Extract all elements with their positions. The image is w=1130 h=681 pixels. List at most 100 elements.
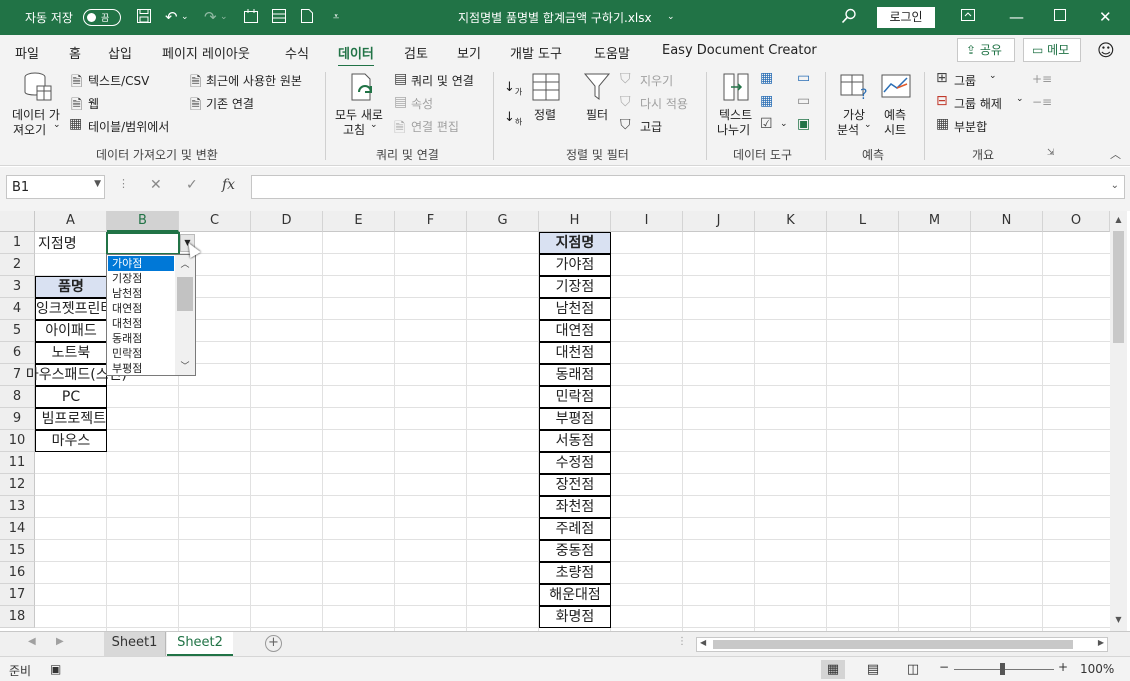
normal-view-icon[interactable]: ▦	[821, 660, 845, 679]
clear-button[interactable]: 지우기	[640, 72, 673, 89]
tab-page-layout[interactable]: 페이지 레이아웃	[162, 43, 250, 62]
minimize-icon[interactable]: —	[1009, 8, 1024, 26]
tab-file[interactable]: 파일	[15, 43, 39, 62]
validation-dropdown-list[interactable]: 가야점 기장점 남천점 대연점 대천점 동래점 민락점 부평점 ︿ ﹀	[106, 254, 196, 376]
enter-icon[interactable]: ✓	[186, 177, 198, 193]
column-header-o[interactable]: O	[1043, 211, 1110, 232]
maximize-icon[interactable]	[1053, 8, 1067, 26]
branch-cell[interactable]: 해운대점	[539, 584, 611, 606]
row-header-3[interactable]: 3	[0, 276, 35, 298]
group-button[interactable]: 그룹	[954, 72, 976, 89]
column-header-l[interactable]: L	[827, 211, 899, 232]
what-if-icon[interactable]: ?	[840, 74, 870, 104]
web-button[interactable]: 웹	[88, 95, 99, 112]
sheet-tab-sheet2[interactable]: Sheet2	[167, 632, 233, 656]
refresh-dropdown-icon[interactable]: ⌄	[370, 120, 378, 130]
row-header-1[interactable]: 1	[0, 232, 35, 254]
text-to-columns-icon[interactable]	[722, 72, 750, 106]
scroll-left-icon[interactable]: ◀	[700, 638, 706, 647]
name-box[interactable]: B1 ▼	[6, 175, 105, 199]
redo-icon[interactable]: ↷	[204, 8, 217, 26]
more-options-icon[interactable]: ⋮	[118, 177, 129, 190]
hide-detail-icon[interactable]: −≡	[1032, 95, 1052, 109]
get-data-dropdown-icon[interactable]: ⌄	[53, 120, 61, 130]
scroll-down-icon[interactable]: ﹀	[175, 359, 195, 373]
flash-fill-icon[interactable]: ▦	[760, 70, 773, 86]
scroll-down-icon[interactable]: ▼	[1110, 615, 1127, 624]
item-cell[interactable]: 잉크젯프린터	[35, 298, 107, 320]
tab-review[interactable]: 검토	[404, 43, 428, 62]
column-header-h[interactable]: H	[539, 211, 611, 232]
text-csv-button[interactable]: 텍스트/CSV	[88, 72, 149, 89]
tab-insert[interactable]: 삽입	[108, 43, 132, 62]
column-header-d[interactable]: D	[251, 211, 323, 232]
filter-button[interactable]: 필터	[586, 106, 608, 123]
branch-cell[interactable]: 부평점	[539, 408, 611, 430]
dropdown-option[interactable]: 기장점	[108, 271, 174, 286]
get-data-line2[interactable]: 져오기	[13, 121, 46, 138]
item-cell[interactable]: PC	[35, 386, 107, 408]
tab-split-handle-icon[interactable]: ⋮	[677, 636, 687, 647]
column-header-e[interactable]: E	[323, 211, 395, 232]
tab-easy-document-creator[interactable]: Easy Document Creator	[662, 43, 817, 58]
tab-view[interactable]: 보기	[457, 43, 481, 62]
branch-cell[interactable]: 주례점	[539, 518, 611, 540]
horizontal-scrollbar[interactable]: ◀ ▶	[696, 637, 1108, 652]
branch-cell[interactable]: 화명점	[539, 606, 611, 628]
macro-record-icon[interactable]: ▣	[50, 662, 61, 676]
dropdown-option[interactable]: 동래점	[108, 331, 174, 346]
ungroup-dropdown-icon[interactable]: ⌄	[1016, 94, 1024, 104]
dropdown-scroll-thumb[interactable]	[177, 277, 193, 311]
group-dropdown-icon[interactable]: ⌄	[989, 71, 997, 81]
page-layout-view-icon[interactable]: ▤	[861, 660, 885, 679]
insert-function-icon[interactable]: fx	[222, 177, 235, 193]
branch-table-header[interactable]: 지점명	[539, 232, 611, 254]
column-header-f[interactable]: F	[395, 211, 467, 232]
validation-dropdown-icon[interactable]: ⌄	[780, 119, 788, 129]
row-header-18[interactable]: 18	[0, 606, 35, 628]
scroll-right-icon[interactable]: ▶	[1098, 638, 1104, 647]
text-to-columns-line2[interactable]: 나누기	[717, 121, 750, 138]
relationships-icon[interactable]: ▭	[797, 93, 810, 109]
item-cell[interactable]: 마우스	[35, 430, 107, 452]
branch-cell[interactable]: 대천점	[539, 342, 611, 364]
row-header-6[interactable]: 6	[0, 342, 35, 364]
horizontal-scroll-thumb[interactable]	[713, 640, 1073, 649]
existing-connections-button[interactable]: 기존 연결	[206, 95, 254, 112]
data-model-icon[interactable]: ▣	[797, 116, 810, 132]
forecast-sheet-icon[interactable]	[881, 74, 911, 104]
row-header-10[interactable]: 10	[0, 430, 35, 452]
row-header-4[interactable]: 4	[0, 298, 35, 320]
zoom-slider-knob[interactable]	[1000, 663, 1005, 675]
branch-cell[interactable]: 민락점	[539, 386, 611, 408]
collapse-ribbon-icon[interactable]: ︿	[1110, 146, 1121, 162]
branch-cell[interactable]: 대연점	[539, 320, 611, 342]
selected-cell-b1[interactable]	[106, 232, 180, 255]
add-sheet-icon[interactable]: +	[265, 635, 282, 652]
row-header-13[interactable]: 13	[0, 496, 35, 518]
item-cell[interactable]: 아이패드	[35, 320, 107, 342]
row-header-15[interactable]: 15	[0, 540, 35, 562]
search-icon[interactable]	[841, 8, 857, 28]
reapply-button[interactable]: 다시 적용	[640, 95, 688, 112]
item-cell[interactable]: 빔프로젝트	[35, 408, 107, 430]
column-header-g[interactable]: G	[467, 211, 539, 232]
autosave-toggle[interactable]: 끔	[83, 9, 121, 26]
undo-icon[interactable]: ↶	[165, 8, 178, 26]
show-detail-icon[interactable]: +≡	[1032, 72, 1052, 86]
undo-dropdown-icon[interactable]: ⌄	[181, 8, 189, 26]
prev-sheet-icon[interactable]: ◀	[28, 636, 36, 647]
next-sheet-icon[interactable]: ▶	[56, 636, 64, 647]
redo-dropdown-icon[interactable]: ⌄	[220, 8, 228, 26]
tab-help[interactable]: 도움말	[594, 43, 630, 62]
dropdown-option[interactable]: 부평점	[108, 361, 174, 376]
zoom-in-icon[interactable]: +	[1058, 660, 1068, 674]
layout-icon[interactable]	[271, 8, 287, 28]
branch-cell[interactable]: 장전점	[539, 474, 611, 496]
form-icon[interactable]	[243, 8, 259, 28]
what-if-dropdown-icon[interactable]: ⌄	[864, 120, 872, 130]
column-header-a[interactable]: A	[35, 211, 107, 232]
login-button[interactable]: 로그인	[877, 7, 935, 28]
branch-cell[interactable]: 수정점	[539, 452, 611, 474]
dropdown-option[interactable]: 가야점	[108, 256, 174, 271]
